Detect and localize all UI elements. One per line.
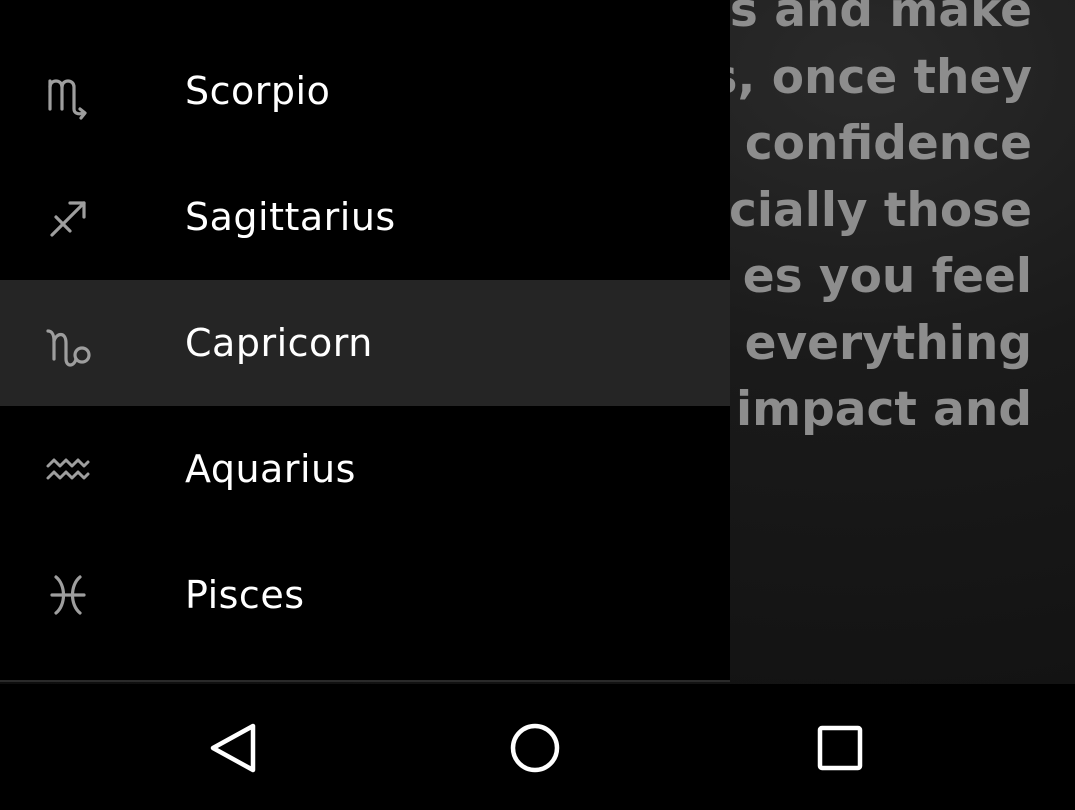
drawer-item-label: Capricorn xyxy=(185,321,373,365)
home-circle-icon xyxy=(510,723,560,773)
sagittarius-icon xyxy=(38,187,98,247)
navigation-drawer: Scorpio Sagittarius Capricorn Aquarius P… xyxy=(0,0,730,682)
scorpio-icon xyxy=(38,61,98,121)
back-button[interactable] xyxy=(195,708,275,788)
drawer-item-label: Scorpio xyxy=(185,69,331,113)
recents-button[interactable] xyxy=(800,708,880,788)
drawer-item-pisces[interactable]: Pisces xyxy=(0,532,730,658)
aquarius-icon xyxy=(38,439,98,499)
drawer-item-scorpio[interactable]: Scorpio xyxy=(0,28,730,154)
drawer-item-label: Pisces xyxy=(185,573,305,617)
recents-square-icon xyxy=(817,725,863,771)
system-navigation-bar xyxy=(0,684,1075,810)
drawer-item-sagittarius[interactable]: Sagittarius xyxy=(0,154,730,280)
drawer-item-label: Sagittarius xyxy=(185,195,396,239)
screen: cts and make s, once they r confidence e… xyxy=(0,0,1075,810)
back-triangle-icon xyxy=(210,723,256,773)
pisces-icon xyxy=(38,565,98,625)
capricorn-icon xyxy=(38,313,98,373)
drawer-item-label: Aquarius xyxy=(185,447,356,491)
drawer-item-capricorn[interactable]: Capricorn xyxy=(0,280,730,406)
home-button[interactable] xyxy=(495,708,575,788)
drawer-item-aquarius[interactable]: Aquarius xyxy=(0,406,730,532)
